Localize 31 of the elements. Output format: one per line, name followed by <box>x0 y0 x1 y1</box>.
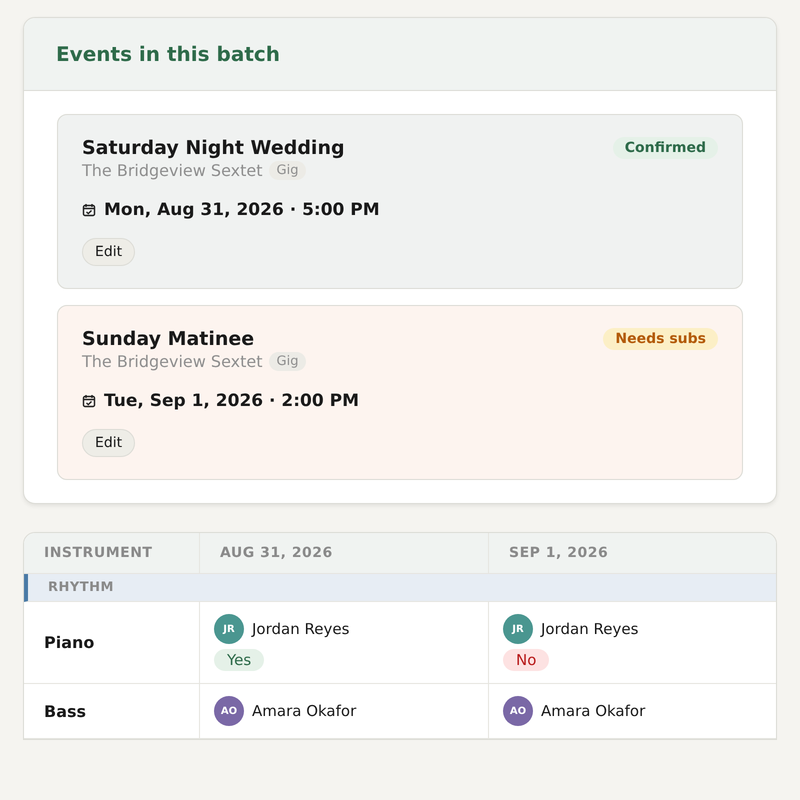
avatar: JR <box>503 614 533 644</box>
type-tag: Gig <box>268 161 306 180</box>
status-badge: Confirmed <box>612 137 718 159</box>
section-label: RHYTHM <box>48 580 114 595</box>
column-header: INSTRUMENT <box>24 533 200 573</box>
response-badge: No <box>503 649 550 671</box>
event-datetime: Mon, Aug 31, 2026 · 5:00 PM <box>104 200 380 220</box>
player-name: Jordan Reyes <box>541 620 638 638</box>
ensemble-name: The Bridgeview Sextet <box>82 161 263 180</box>
instrument-cell: Bass <box>24 684 200 738</box>
avatar: AO <box>503 696 533 726</box>
column-header: SEP 1, 2026 <box>508 544 610 563</box>
avatar: AO <box>214 696 244 726</box>
event-title: Saturday Night Wedding <box>82 137 345 159</box>
calendar-icon <box>82 394 96 408</box>
type-tag: Gig <box>268 352 306 371</box>
player-name: Jordan Reyes <box>252 620 350 638</box>
ensemble-name: The Bridgeview Sextet <box>82 352 263 371</box>
edit-button[interactable]: Edit <box>82 238 136 266</box>
instrument-cell: Piano <box>24 602 200 683</box>
event-datetime: Tue, Sep 1, 2026 · 2:00 PM <box>104 391 359 411</box>
column-header: AUG 31, 2026 <box>200 533 489 573</box>
player-name: Amara Okafor <box>541 702 646 720</box>
calendar-icon <box>82 203 96 217</box>
status-badge: Needs subs <box>603 328 718 350</box>
avatar: JR <box>214 614 244 644</box>
panel-title: Events in this batch <box>56 42 281 66</box>
response-badge: Yes <box>214 649 264 671</box>
player-name: Amara Okafor <box>252 702 356 720</box>
event-title: Sunday Matinee <box>82 328 256 350</box>
edit-button[interactable]: Edit <box>82 429 136 457</box>
